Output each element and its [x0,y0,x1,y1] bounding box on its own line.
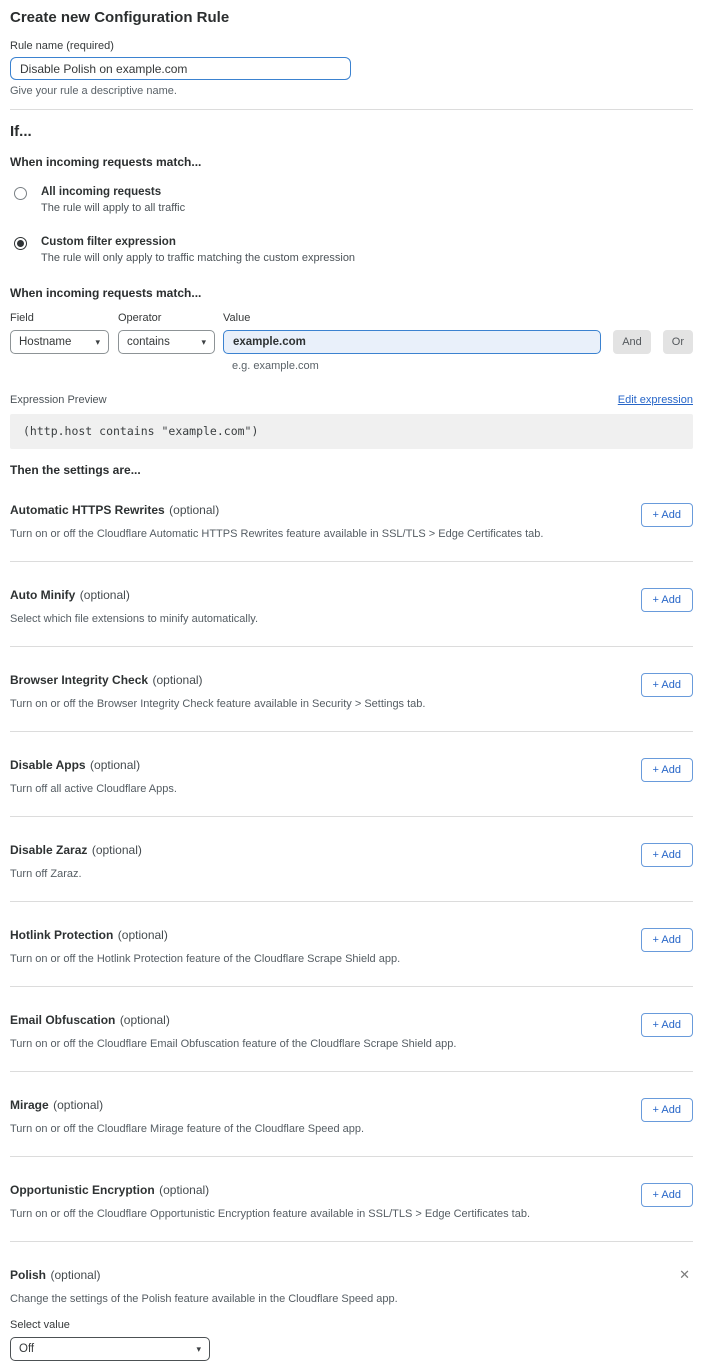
add-setting-button[interactable]: + Add [641,503,693,527]
setting-title: Browser Integrity Check [10,673,148,687]
setting-description: Turn on or off the Cloudflare Opportunis… [10,1208,530,1220]
setting-optional-tag: (optional) [92,843,142,857]
setting-optional-tag: (optional) [80,588,130,602]
rule-name-group: Rule name (required) Give your rule a de… [10,40,693,97]
if-heading: If... [10,123,693,140]
radio-custom-filter-expression[interactable]: Custom filter expression The rule will o… [10,236,693,264]
operator-select-value: contains [127,336,170,348]
radio-button-icon[interactable] [14,187,27,200]
edit-expression-link[interactable]: Edit expression [618,394,693,406]
setting-row: Email Obfuscation (optional) Turn on or … [10,987,693,1072]
value-label: Value [223,312,601,324]
setting-description: Select which file extensions to minify a… [10,613,258,625]
radio-label: All incoming requests [41,186,185,198]
setting-description: Turn off Zaraz. [10,868,142,880]
setting-row: Browser Integrity Check (optional) Turn … [10,647,693,732]
setting-optional-tag: (optional) [159,1183,209,1197]
add-setting-button[interactable]: + Add [641,1013,693,1037]
setting-optional-tag: (optional) [153,673,203,687]
or-button[interactable]: Or [663,330,693,354]
radio-button-icon[interactable] [14,237,27,250]
setting-title: Automatic HTTPS Rewrites [10,503,165,517]
expression-builder-row: Field Hostname ▾ Operator contains ▾ Val… [10,312,693,354]
polish-description: Change the settings of the Polish featur… [10,1293,693,1305]
value-helper: e.g. example.com [232,360,693,372]
close-icon[interactable]: ✕ [676,1266,693,1283]
operator-select[interactable]: contains ▾ [118,330,215,354]
polish-value-select[interactable]: Off ▾ [10,1337,210,1361]
field-select[interactable]: Hostname ▾ [10,330,109,354]
then-settings-heading: Then the settings are... [10,463,693,477]
setting-description: Turn on or off the Hotlink Protection fe… [10,953,400,965]
rule-name-input[interactable] [10,57,351,80]
request-match-radio-group: All incoming requests The rule will appl… [10,186,693,264]
setting-description: Turn off all active Cloudflare Apps. [10,783,177,795]
radio-description: The rule will only apply to traffic matc… [41,252,355,264]
setting-row: Disable Zaraz (optional) Turn off Zaraz.… [10,817,693,902]
incoming-match-heading: When incoming requests match... [10,155,693,169]
setting-description: Turn on or off the Cloudflare Email Obfu… [10,1038,456,1050]
create-configuration-rule-page: Create new Configuration Rule Rule name … [0,0,705,1361]
setting-row: Opportunistic Encryption (optional) Turn… [10,1157,693,1242]
radio-description: The rule will apply to all traffic [41,202,185,214]
setting-row: Automatic HTTPS Rewrites (optional) Turn… [10,477,693,562]
select-value-label: Select value [10,1319,693,1331]
add-setting-button[interactable]: + Add [641,673,693,697]
setting-optional-tag: (optional) [169,503,219,517]
rule-name-helper: Give your rule a descriptive name. [10,85,693,97]
chevron-down-icon: ▾ [201,338,206,347]
rule-name-label: Rule name (required) [10,40,693,52]
setting-row: Disable Apps (optional) Turn off all act… [10,732,693,817]
polish-optional-tag: (optional) [50,1268,100,1282]
polish-select-value: Off [19,1343,34,1355]
setting-description: Turn on or off the Cloudflare Mirage fea… [10,1123,364,1135]
add-setting-button[interactable]: + Add [641,588,693,612]
setting-row: Hotlink Protection (optional) Turn on or… [10,902,693,987]
setting-description: Turn on or off the Browser Integrity Che… [10,698,425,710]
setting-title: Disable Apps [10,758,86,772]
setting-row: Auto Minify (optional) Select which file… [10,562,693,647]
page-title: Create new Configuration Rule [10,9,693,26]
value-input[interactable] [223,330,601,354]
add-setting-button[interactable]: + Add [641,758,693,782]
setting-row: Mirage (optional) Turn on or off the Clo… [10,1072,693,1157]
and-button[interactable]: And [613,330,651,354]
setting-title: Email Obfuscation [10,1013,115,1027]
add-setting-button[interactable]: + Add [641,928,693,952]
setting-title: Disable Zaraz [10,843,87,857]
field-select-value: Hostname [19,336,71,348]
chevron-down-icon: ▾ [196,1345,201,1354]
setting-description: Turn on or off the Cloudflare Automatic … [10,528,543,540]
polish-title: Polish [10,1268,46,1282]
polish-setting-section: Polish (optional) ✕ Change the settings … [10,1242,693,1361]
setting-optional-tag: (optional) [90,758,140,772]
setting-title: Mirage [10,1098,49,1112]
expression-builder-heading: When incoming requests match... [10,286,693,300]
add-setting-button[interactable]: + Add [641,1098,693,1122]
setting-optional-tag: (optional) [53,1098,103,1112]
setting-optional-tag: (optional) [120,1013,170,1027]
expression-preview-header: Expression Preview Edit expression [10,394,693,406]
settings-list: Automatic HTTPS Rewrites (optional) Turn… [10,477,693,1242]
add-setting-button[interactable]: + Add [641,1183,693,1207]
setting-title: Hotlink Protection [10,928,113,942]
expression-preview-code: (http.host contains "example.com") [10,414,693,449]
chevron-down-icon: ▾ [95,338,100,347]
radio-all-incoming-requests[interactable]: All incoming requests The rule will appl… [10,186,693,214]
operator-label: Operator [118,312,215,324]
setting-title: Opportunistic Encryption [10,1183,155,1197]
setting-title: Auto Minify [10,588,75,602]
field-label: Field [10,312,109,324]
add-setting-button[interactable]: + Add [641,843,693,867]
expression-preview-label: Expression Preview [10,394,107,406]
setting-optional-tag: (optional) [118,928,168,942]
radio-label: Custom filter expression [41,236,355,248]
divider [10,109,693,110]
